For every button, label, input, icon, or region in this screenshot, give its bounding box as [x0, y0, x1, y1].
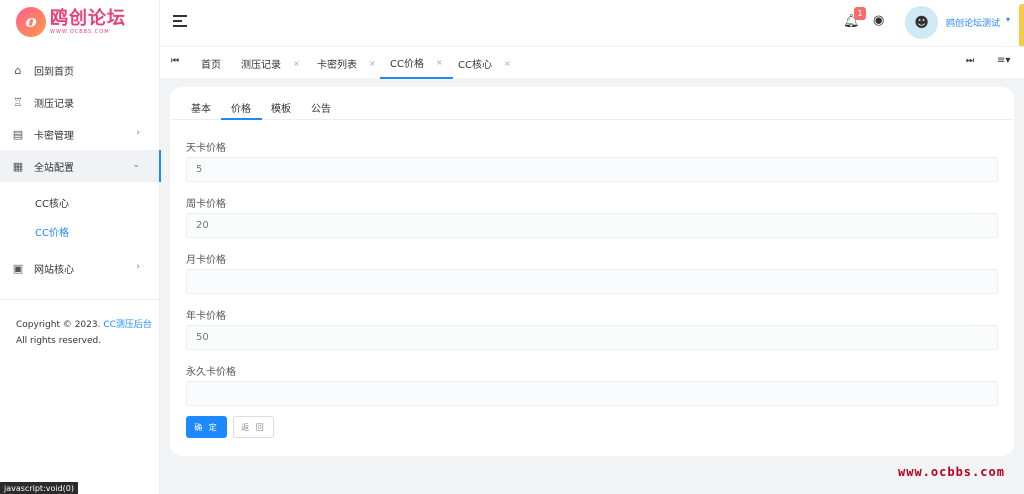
chevron-down-icon: ⌄: [132, 160, 140, 170]
sidebar-item-label: 测压记录: [34, 98, 74, 110]
page-tabs-bar: ⏮ 首页 测压记录 × 卡密列表 × CC价格 × CC核心 × ⏭ ≡▾: [160, 46, 1024, 79]
tab-label: 测压记录: [241, 59, 281, 71]
palette-icon[interactable]: ◉: [873, 13, 884, 28]
tab-label: CC核心: [458, 59, 492, 71]
permanent-card-price-label: 永久卡价格: [186, 367, 236, 378]
sidebar-item-card-management[interactable]: ▤ 卡密管理 ›: [0, 118, 160, 150]
watermark: www.ocbbs.com: [898, 465, 1005, 479]
tab-cc-price[interactable]: CC价格 ×: [380, 47, 453, 79]
tab-label: 卡密列表: [317, 59, 357, 71]
sidebar-item-records[interactable]: ♖ 测压记录: [0, 86, 160, 118]
notification-badge: 1: [854, 7, 866, 20]
permanent-card-price-input[interactable]: [186, 381, 998, 406]
logo-mark-icon: o: [16, 7, 46, 37]
sidebar-subitem-cc-core[interactable]: CC核心: [0, 188, 160, 217]
tab-records[interactable]: 测压记录 ×: [241, 47, 300, 79]
day-card-price-input[interactable]: 5: [186, 157, 998, 182]
form-tab-basic[interactable]: 基本: [191, 100, 211, 115]
copyright-link[interactable]: CC测压后台: [103, 320, 152, 330]
sidebar-menu: ⌂ 回到首页 ♖ 测压记录 ▤ 卡密管理 › ▦ 全站配置 ⌄ CC核心 CC价…: [0, 54, 161, 284]
logo-text: 鸥创论坛 WWW.OCBBS.COM: [50, 7, 126, 35]
copyright-prefix: Copyright © 2023.: [16, 320, 101, 330]
top-header: 🔔︎ 1 ◉ ☻ 鸥创论坛测试 ▾: [160, 0, 1024, 46]
month-card-price-input[interactable]: [186, 269, 998, 294]
tab-label: 首页: [201, 59, 221, 71]
sidebar-divider: [0, 299, 160, 300]
confirm-button[interactable]: 确 定: [186, 416, 227, 438]
home-icon: ⌂: [14, 63, 22, 77]
tab-card-list[interactable]: 卡密列表 ×: [317, 47, 376, 79]
month-card-price-label: 月卡价格: [186, 255, 226, 266]
menu-toggle-icon[interactable]: [173, 15, 187, 27]
scroll-last-icon[interactable]: ⏭: [966, 56, 974, 66]
form-tabs: 基本 价格 模板 公告: [170, 87, 1014, 120]
week-card-price-input[interactable]: 20: [186, 213, 998, 238]
avatar-icon: ☻: [914, 14, 929, 31]
logo[interactable]: o 鸥创论坛 WWW.OCBBS.COM: [0, 0, 159, 44]
sidebar: o 鸥创论坛 WWW.OCBBS.COM ⌂ 回到首页 ♖ 测压记录 ▤ 卡密管…: [0, 0, 161, 494]
caret-down-icon[interactable]: ▾: [1006, 15, 1010, 24]
username[interactable]: 鸥创论坛测试: [946, 16, 1000, 29]
tab-cc-core[interactable]: CC核心 ×: [458, 47, 511, 79]
record-icon: ♖: [13, 95, 23, 109]
tab-home[interactable]: 首页: [201, 47, 221, 79]
status-bar: javascript:void(0): [0, 482, 79, 494]
close-icon[interactable]: ×: [369, 59, 376, 68]
sidebar-item-home[interactable]: ⌂ 回到首页: [0, 54, 160, 86]
sidebar-item-label: 网站核心: [34, 264, 74, 276]
close-icon[interactable]: ×: [436, 58, 443, 67]
sidebar-item-label: 全站配置: [34, 162, 74, 174]
active-tab-indicator: [221, 118, 262, 120]
copyright-suffix: All rights reserved.: [16, 336, 102, 346]
calendar-icon: ▦: [12, 159, 24, 173]
chevron-right-icon: ›: [136, 128, 140, 138]
copyright: Copyright © 2023. CC测压后台 All rights rese…: [16, 317, 156, 349]
logo-subtitle: WWW.OCBBS.COM: [50, 28, 110, 35]
sidebar-subitem-cc-price[interactable]: CC价格: [0, 217, 160, 246]
year-card-price-label: 年卡价格: [186, 311, 226, 322]
card-icon: ▤: [12, 127, 24, 141]
avatar[interactable]: ☻: [905, 6, 938, 39]
logo-title: 鸥创论坛: [50, 7, 126, 29]
day-card-price-label: 天卡价格: [186, 143, 226, 154]
chevron-right-icon: ›: [136, 262, 140, 272]
sidebar-item-label: 卡密管理: [34, 130, 74, 142]
sidebar-item-label: 回到首页: [34, 66, 74, 78]
form-tab-template[interactable]: 模板: [271, 100, 291, 115]
close-icon[interactable]: ×: [504, 59, 511, 68]
scroll-first-icon[interactable]: ⏮: [171, 56, 179, 66]
form-tab-notice[interactable]: 公告: [311, 100, 331, 115]
back-button[interactable]: 返 回: [233, 416, 274, 438]
week-card-price-label: 周卡价格: [186, 199, 226, 210]
form-tab-price[interactable]: 价格: [231, 100, 251, 115]
tab-label: CC价格: [390, 58, 424, 70]
close-icon[interactable]: ×: [293, 59, 300, 68]
sidebar-item-site-config[interactable]: ▦ 全站配置 ⌄: [0, 150, 161, 182]
document-icon: ▣: [12, 261, 24, 275]
tab-menu-icon[interactable]: ≡▾: [997, 55, 1010, 66]
sidebar-item-site-core[interactable]: ▣ 网站核心 ›: [0, 252, 160, 284]
price-form-card: 基本 价格 模板 公告 天卡价格 5 周卡价格 20 月卡价格 年卡价格 50 …: [170, 87, 1014, 456]
year-card-price-input[interactable]: 50: [186, 325, 998, 350]
